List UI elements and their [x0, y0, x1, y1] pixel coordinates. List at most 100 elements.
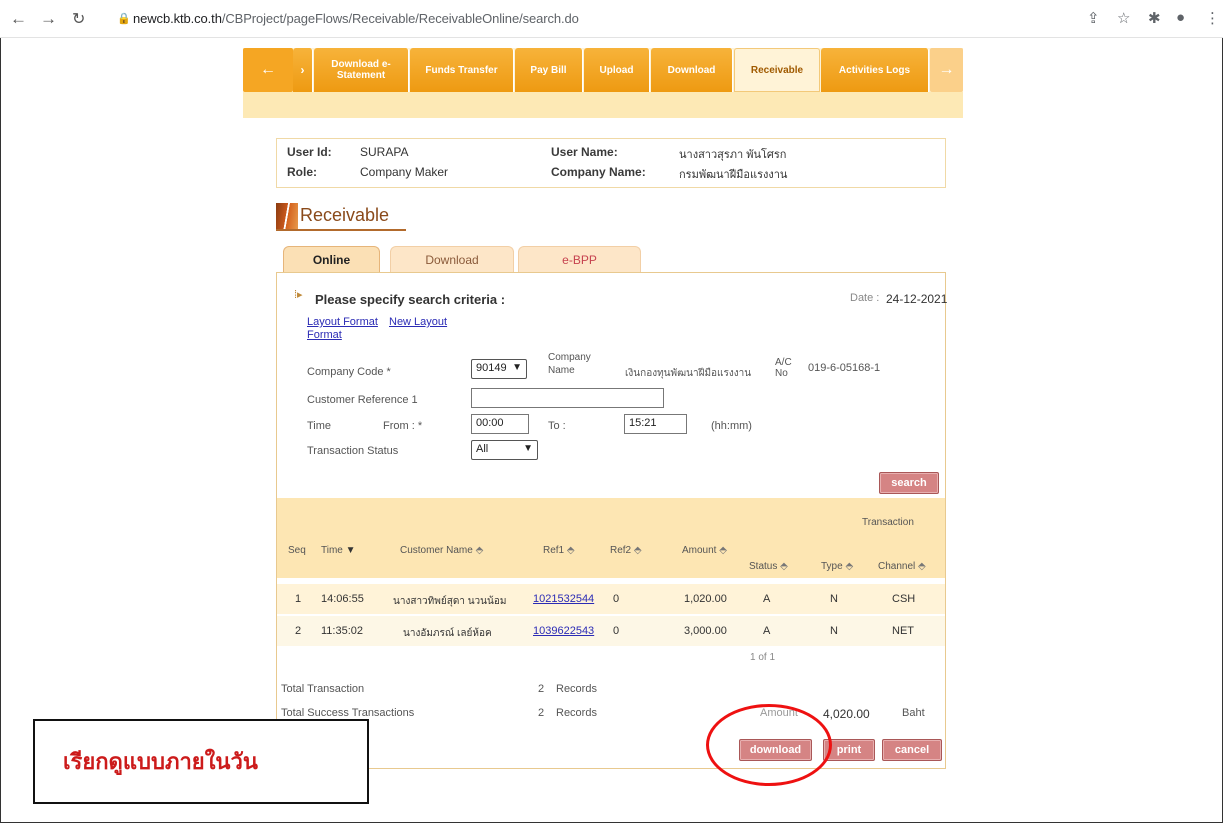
- col-time-label: Time: [321, 545, 343, 556]
- menu-kebab-icon[interactable]: ⋮: [1205, 9, 1220, 27]
- col-ref2-label: Ref2: [610, 545, 632, 556]
- account-no-value: 019-6-05168-1: [808, 362, 881, 374]
- search-button[interactable]: search: [879, 472, 939, 494]
- time-label: Time: [307, 420, 332, 432]
- transaction-status-select[interactable]: All ▼: [471, 440, 538, 460]
- cell-status: A: [763, 625, 771, 637]
- tab-download-estatement[interactable]: Download e-Statement: [314, 48, 409, 92]
- forward-icon[interactable]: →: [40, 9, 57, 29]
- chevron-down-icon: ▼: [512, 362, 522, 373]
- tab-receivable[interactable]: Receivable: [734, 48, 820, 92]
- col-amount-label: Amount: [682, 545, 717, 556]
- menu-sub-strip: [243, 92, 963, 118]
- company-name-label-line2: Name: [548, 365, 575, 376]
- sort-icon: ⬘: [845, 561, 854, 572]
- share-icon[interactable]: ⇪: [1087, 9, 1100, 27]
- company-name-label: Company Name:: [551, 165, 646, 179]
- url-host: newcb.ktb.co.th: [133, 11, 222, 26]
- user-name-label: User Name:: [551, 145, 618, 159]
- page-title: Receivable: [300, 205, 390, 225]
- tab-activities-logs-label: Activities Logs: [838, 64, 911, 76]
- sort-icon: ⬘: [566, 545, 575, 556]
- profile-icon[interactable]: ●: [1176, 9, 1185, 26]
- from-label: From : *: [383, 420, 423, 432]
- lock-icon: 🔒: [117, 13, 131, 25]
- tab-pay-bill[interactable]: Pay Bill: [515, 48, 583, 92]
- to-time-input[interactable]: 15:21: [624, 414, 687, 434]
- cell-seq: 2: [295, 625, 302, 637]
- role-value: Company Maker: [360, 165, 449, 179]
- col-amount[interactable]: Amount ⬘: [682, 545, 727, 556]
- customer-ref-input[interactable]: [471, 388, 664, 408]
- chevron-down-icon: ▼: [523, 443, 533, 454]
- title-underline: [276, 229, 406, 231]
- total-amount: 4,020.00: [823, 707, 870, 721]
- pagination-text: 1 of 1: [750, 652, 776, 663]
- tab-download[interactable]: Download: [651, 48, 733, 92]
- col-status-label: Status: [749, 561, 778, 572]
- menu-prev-icon[interactable]: ›: [293, 48, 313, 92]
- bookmark-star-icon[interactable]: ☆: [1117, 9, 1130, 27]
- cell-channel: NET: [892, 625, 914, 637]
- cell-status: A: [763, 593, 771, 605]
- extensions-icon[interactable]: ✱: [1148, 9, 1161, 27]
- sort-icon: ⬘: [633, 545, 642, 556]
- cell-ref1-link[interactable]: 1021532544: [533, 593, 594, 605]
- col-type[interactable]: Type ⬘: [821, 561, 853, 572]
- cell-channel: CSH: [892, 593, 916, 605]
- account-no-label-line1: A/C: [775, 357, 792, 368]
- subtab-download[interactable]: Download: [390, 246, 514, 272]
- sort-icon: ⬘: [719, 545, 727, 556]
- tab-activities-logs[interactable]: Activities Logs: [821, 48, 929, 92]
- col-status[interactable]: Status ⬘: [749, 561, 788, 572]
- total-transaction-count: 2: [538, 683, 545, 695]
- col-ref2[interactable]: Ref2 ⬘: [610, 545, 642, 556]
- total-records-label: Records: [556, 683, 597, 695]
- bullet-icon: ⁞▸: [294, 289, 303, 301]
- col-time[interactable]: Time ▼: [321, 545, 356, 556]
- cell-amount: 1,020.00: [684, 593, 727, 605]
- tab-download-label: Download: [667, 64, 716, 76]
- date-label: Date :: [850, 292, 880, 304]
- menu-scroll-right-icon[interactable]: →: [930, 48, 963, 92]
- back-icon[interactable]: ←: [10, 9, 27, 29]
- col-channel[interactable]: Channel ⬘: [878, 561, 926, 572]
- tab-upload[interactable]: Upload: [584, 48, 650, 92]
- company-name-text: เงินกองทุนพัฒนาฝีมือแรงงาน: [625, 368, 752, 379]
- subtab-ebpp[interactable]: e-BPP: [518, 246, 641, 272]
- customer-ref-label: Customer Reference 1: [307, 394, 418, 406]
- address-bar[interactable]: newcb.ktb.co.th/CBProject/pageFlows/Rece…: [133, 11, 579, 26]
- table-row: 2 11:35:02 นางอัมภรณ์ เลย์ห้อค 103962254…: [277, 616, 945, 646]
- from-time-input[interactable]: 00:00: [471, 414, 529, 434]
- receivable-logo-icon: [276, 203, 298, 229]
- cell-ref1-link[interactable]: 1039622543: [533, 625, 594, 637]
- subtab-online-label: Online: [312, 252, 351, 267]
- format-link[interactable]: Format: [307, 329, 342, 341]
- menu-scroll-left-icon[interactable]: ←: [243, 48, 293, 92]
- role-label: Role:: [287, 165, 317, 179]
- user-id-value: SURAPA: [360, 145, 409, 159]
- subtab-download-label: Download: [425, 252, 479, 267]
- tab-upload-label: Upload: [599, 64, 634, 76]
- cancel-button[interactable]: cancel: [882, 739, 942, 761]
- company-code-value: 90149: [476, 362, 507, 374]
- cell-time: 11:35:02: [321, 625, 364, 637]
- transaction-group-header: Transaction: [862, 517, 914, 528]
- cell-ref2: 0: [613, 625, 620, 637]
- reload-icon[interactable]: ↻: [72, 9, 85, 29]
- company-code-select[interactable]: 90149 ▼: [471, 359, 527, 379]
- new-layout-link[interactable]: New Layout: [389, 316, 447, 328]
- col-ref1[interactable]: Ref1 ⬘: [543, 545, 575, 556]
- cell-type: N: [830, 625, 838, 637]
- cell-customer: นางสาวทิพย์สุดา นวนน้อม: [393, 596, 507, 607]
- cell-time: 14:06:55: [321, 593, 364, 605]
- total-transaction-label: Total Transaction: [281, 683, 365, 695]
- subtab-online[interactable]: Online: [283, 246, 380, 272]
- total-success-label: Total Success Transactions: [281, 707, 415, 719]
- table-row: 1 14:06:55 นางสาวทิพย์สุดา นวนน้อม 10215…: [277, 584, 945, 614]
- search-heading: Please specify search criteria :: [315, 292, 506, 307]
- layout-format-link[interactable]: Layout Format: [307, 316, 378, 328]
- col-customer-name[interactable]: Customer Name ⬘: [400, 545, 483, 556]
- tab-funds-transfer[interactable]: Funds Transfer: [410, 48, 514, 92]
- company-code-label: Company Code *: [307, 366, 391, 378]
